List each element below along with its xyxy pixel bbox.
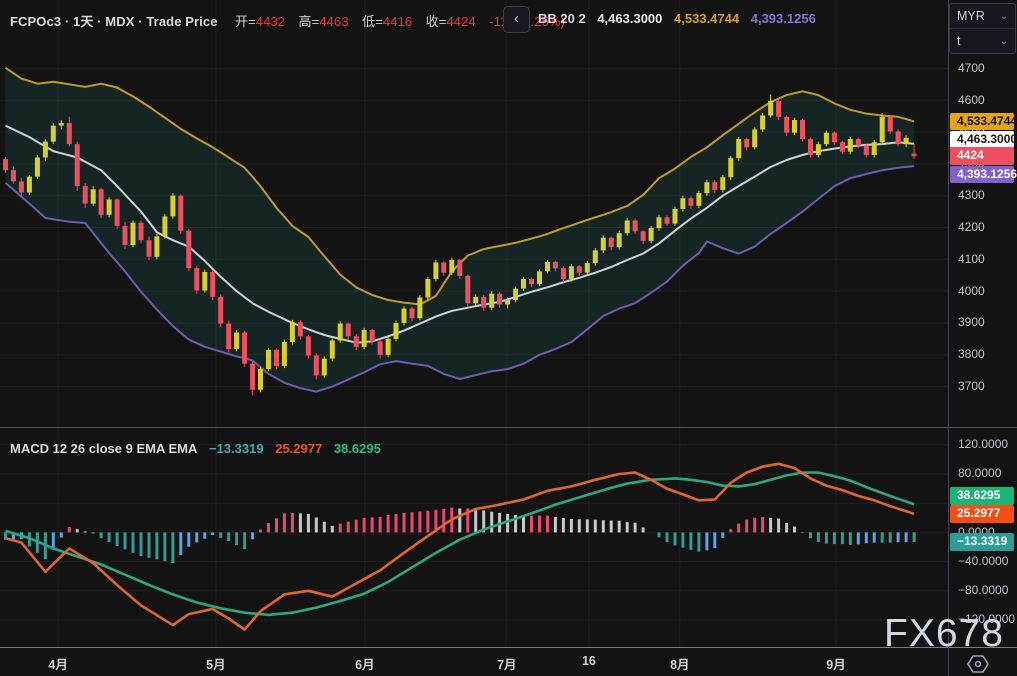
price-axis-label: 4600: [958, 93, 985, 107]
macd-indicator-row[interactable]: MACD 12 26 close 9 EMA EMA −13.3319 25.2…: [10, 441, 389, 456]
symbol-title[interactable]: FCPOc3 · 1天 · MDX · Trade Price: [10, 14, 218, 29]
bb-upper-badge: 4,533.4744: [950, 113, 1014, 131]
price-axis-label: 4700: [958, 61, 985, 75]
time-axis-label[interactable]: 4月: [48, 654, 67, 673]
time-axis-label[interactable]: 9月: [826, 654, 845, 673]
fx678-watermark: FX678: [884, 612, 1004, 656]
ohlc-high-value: 4463: [319, 14, 348, 29]
macd-line-badge: 25.2977: [950, 505, 1014, 523]
macd-signal-badge: 38.6295: [950, 487, 1014, 505]
ohlc-high-label: 高=: [299, 14, 320, 29]
price-axis-label: 3700: [958, 379, 985, 393]
macd-axis-label: −80.0000: [958, 583, 1008, 597]
macd-hist-value: −13.3319: [209, 441, 264, 456]
price-axis-border: [948, 0, 949, 676]
unit-dropdown[interactable]: t ⌄: [950, 28, 1015, 53]
ohlc-low-label: 低=: [362, 14, 383, 29]
price-axis-label: 4100: [958, 252, 985, 266]
unit-value: t: [957, 34, 960, 48]
trading-chart-window: FCPOc3 · 1天 · MDX · Trade Price 开=4432 高…: [0, 0, 1017, 676]
bb-upper-value: 4,533.4744: [674, 11, 739, 26]
time-axis-label[interactable]: 8月: [670, 654, 689, 673]
ohlc-low-value: 4416: [383, 14, 412, 29]
chevron-down-icon: ⌄: [1000, 36, 1008, 47]
macd-axis-label: 120.0000: [958, 437, 1008, 451]
axis-settings-icon[interactable]: [966, 652, 990, 676]
price-axis-label: 4200: [958, 220, 985, 234]
chart-canvas[interactable]: [0, 0, 1017, 676]
price-axis-label: 4300: [958, 188, 985, 202]
macd-signal-value: 38.6295: [334, 441, 381, 456]
price-axis-label: 3800: [958, 347, 985, 361]
last-price-badge: 4424: [950, 147, 1014, 165]
macd-line-value: 25.2977: [275, 441, 322, 456]
macd-axis-label: 80.0000: [958, 466, 1001, 480]
macd-axis-label: −40.0000: [958, 554, 1008, 568]
ohlc-close-value: 4424: [446, 14, 475, 29]
ohlc-close-label: 收=: [426, 14, 447, 29]
ohlc-open-value: 4432: [256, 14, 285, 29]
axis-unit-panel: MYR ⌄ t ⌄: [949, 3, 1016, 54]
collapse-left-icon[interactable]: ‹: [503, 6, 530, 33]
time-axis-label[interactable]: 7月: [497, 654, 516, 673]
price-axis-label: 3900: [958, 315, 985, 329]
price-axis-label: 4000: [958, 284, 985, 298]
currency-value: MYR: [957, 9, 985, 23]
macd-hist-badge: −13.3319: [950, 533, 1014, 551]
bb-basis-value: 4,463.3000: [597, 11, 662, 26]
pane-divider[interactable]: [0, 427, 1017, 428]
time-axis-label[interactable]: 5月: [206, 654, 225, 673]
ohlc-open-label: 开=: [235, 14, 256, 29]
bb-basis-badge: 4,463.3000: [950, 131, 1014, 149]
currency-dropdown[interactable]: MYR ⌄: [950, 4, 1015, 28]
time-axis-label[interactable]: 16: [582, 654, 596, 668]
time-axis-divider: [0, 647, 1017, 648]
macd-title: MACD 12 26 close 9 EMA EMA: [10, 441, 197, 456]
bb-lower-value: 4,393.1256: [751, 11, 816, 26]
bb-indicator-row[interactable]: BB 20 2 4,463.3000 4,533.4744 4,393.1256: [538, 11, 824, 26]
chevron-down-icon: ⌄: [1000, 11, 1008, 22]
bb-title: BB 20 2: [538, 11, 586, 26]
time-axis-label[interactable]: 6月: [355, 654, 374, 673]
symbol-header: FCPOc3 · 1天 · MDX · Trade Price 开=4432 高…: [10, 11, 565, 30]
bb-lower-badge: 4,393.1256: [950, 166, 1014, 184]
